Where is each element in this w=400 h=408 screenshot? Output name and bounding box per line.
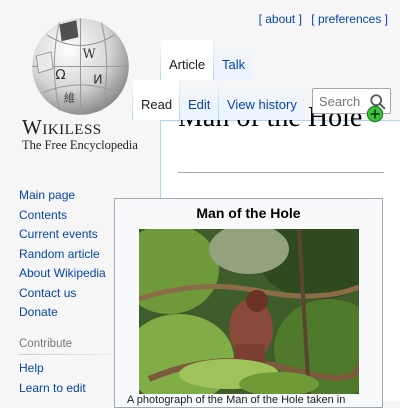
svg-text:Ω: Ω: [55, 67, 65, 83]
tab-talk[interactable]: Talk: [213, 40, 254, 80]
add-circle-icon[interactable]: [366, 105, 384, 123]
infobox-caption: A photograph of the Man of the Hole take…: [127, 394, 346, 406]
infobox: Man of the Hole A photograph of the Man …: [114, 198, 383, 408]
tab-view-history[interactable]: View history: [218, 80, 305, 120]
sidebar-heading-contribute: Contribute: [19, 338, 73, 350]
wikipedia-globe-icon: Ω W И 維: [32, 18, 129, 115]
personal-links: [ about ] [ preferences ]: [253, 12, 388, 26]
infobox-photo[interactable]: [139, 229, 359, 394]
tab-article[interactable]: Article: [160, 40, 214, 80]
site-tagline: The Free Encyclopedia: [22, 138, 138, 152]
title-divider: [178, 172, 384, 173]
svg-text:W: W: [83, 46, 96, 61]
tab-read[interactable]: Read: [132, 80, 181, 120]
infobox-title: Man of the Hole: [196, 205, 301, 221]
site-wordmark: Wikiless: [22, 115, 102, 139]
svg-text:維: 維: [64, 91, 76, 105]
preferences-link[interactable]: [ preferences ]: [311, 12, 388, 26]
about-link[interactable]: [ about ]: [259, 12, 302, 26]
site-logo[interactable]: Ω W И 維 Wikiless The Free Encyclopedia: [18, 12, 143, 157]
tab-edit[interactable]: Edit: [179, 80, 219, 120]
svg-text:И: И: [93, 71, 102, 86]
search-placeholder: Search: [319, 94, 361, 109]
